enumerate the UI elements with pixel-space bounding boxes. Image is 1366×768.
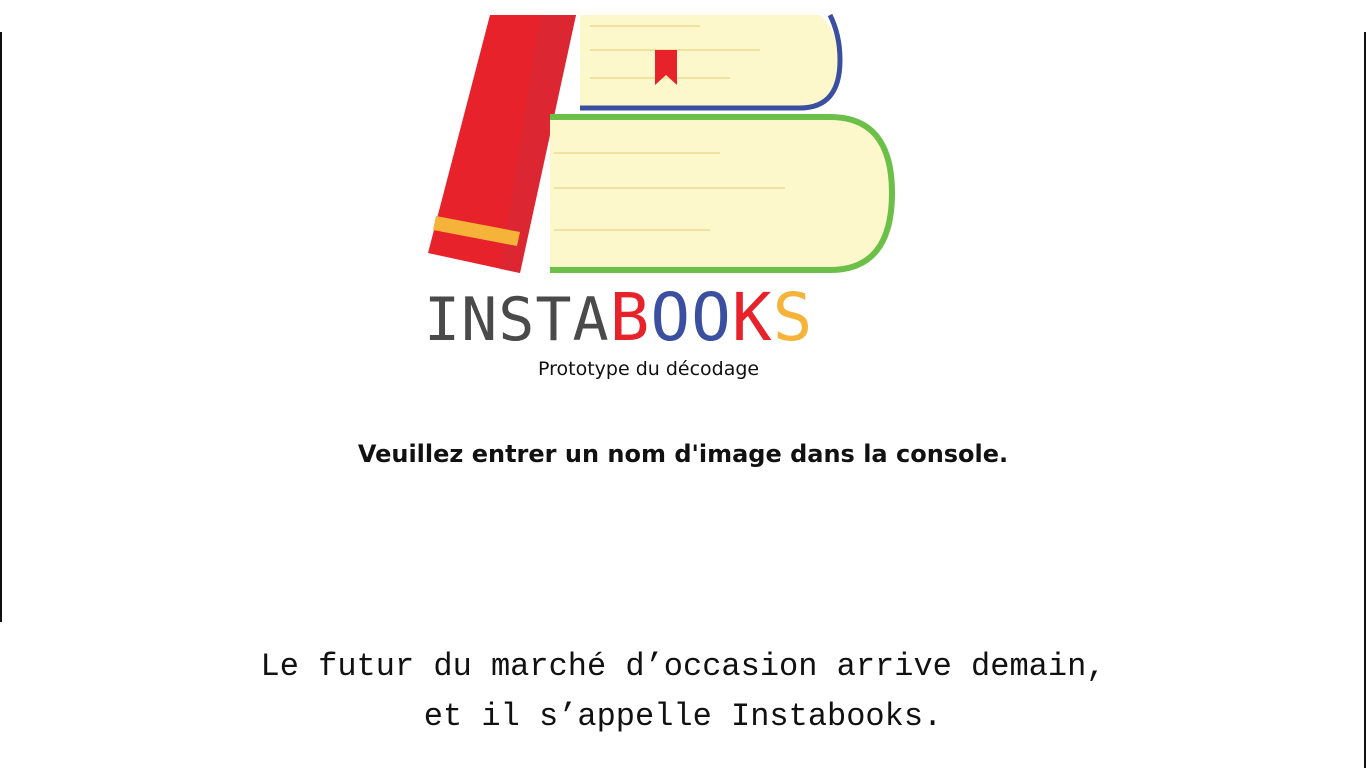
console-instruction: Veuillez entrer un nom d'image dans la c… [357,440,1009,468]
wordmark-o2: O [691,279,732,356]
wordmark-b: B [609,279,651,356]
logo-wordmark: INSTABOOKS [424,279,900,356]
instabooks-logo: INSTABOOKS Prototype du décodage [420,0,900,400]
wordmark-s: S [772,279,814,356]
wordmark-insta: INSTA [424,285,610,355]
tagline-line-2: et il s’appelle Instabooks. [423,698,943,735]
tagline: Le futur du marché d’occasion arrive dem… [0,642,1366,742]
logo-subtitle: Prototype du décodage [538,358,760,380]
wordmark-k: K [731,279,773,356]
tagline-line-1: Le futur du marché d’occasion arrive dem… [260,648,1106,685]
books-illustration-icon [428,13,896,273]
wordmark-o1: O [650,279,692,356]
window-edge-left [0,32,2,622]
